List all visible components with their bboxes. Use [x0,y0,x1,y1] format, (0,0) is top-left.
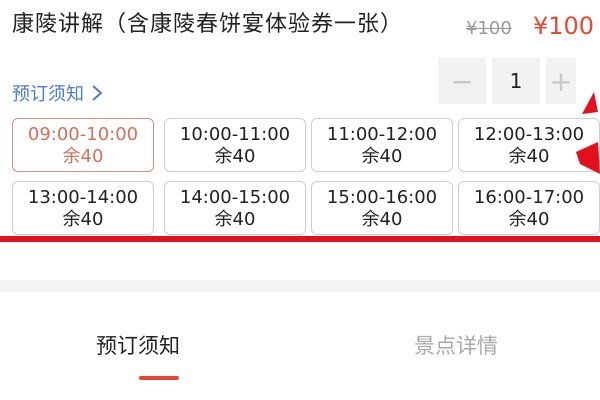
product-title: 康陵讲解（含康陵春饼宴体验券一张） [12,12,404,37]
time-slot[interactable]: 13:00-14:00 余40 [12,181,154,235]
slot-time: 11:00-12:00 [326,124,438,145]
time-slot[interactable]: 14:00-15:00 余40 [164,181,306,235]
quantity-value[interactable]: 1 [492,58,540,104]
booking-notice-label: 预订须知 [12,84,84,105]
time-slot[interactable]: 11:00-12:00 余40 [311,118,453,172]
slot-remaining: 余40 [62,146,104,167]
slot-time: 15:00-16:00 [326,187,438,208]
slot-remaining: 余40 [62,209,104,230]
decrement-button[interactable]: − [438,58,486,104]
slot-remaining: 余40 [361,209,403,230]
slot-time: 09:00-10:00 [27,124,139,145]
tab-attraction-details[interactable]: 景点详情 [414,330,498,360]
slot-time: 14:00-15:00 [179,187,291,208]
slot-remaining: 余40 [361,146,403,167]
quantity-stepper: − 1 + [438,58,576,104]
tab-booking-notice[interactable]: 预订须知 [96,330,180,360]
time-slot[interactable]: 09:00-10:00 余40 [12,118,154,172]
chevron-right-icon [92,85,103,101]
slot-remaining: 余40 [508,209,550,230]
booking-notice-link[interactable]: 预订须知 [12,80,104,106]
active-tab-indicator [139,376,179,380]
annotation-underline [0,236,600,242]
lower-section [0,242,600,400]
original-price: ¥100 [466,18,512,39]
slot-time: 10:00-11:00 [179,124,291,145]
annotation-mark [576,92,600,174]
slot-time: 13:00-14:00 [27,187,139,208]
slot-remaining: 余40 [214,209,256,230]
time-slot[interactable]: 15:00-16:00 余40 [311,181,453,235]
increment-button[interactable]: + [546,58,576,104]
slot-remaining: 余40 [214,146,256,167]
time-slot[interactable]: 10:00-11:00 余40 [164,118,306,172]
section-divider [0,280,600,292]
current-price: ¥100 [533,12,595,40]
